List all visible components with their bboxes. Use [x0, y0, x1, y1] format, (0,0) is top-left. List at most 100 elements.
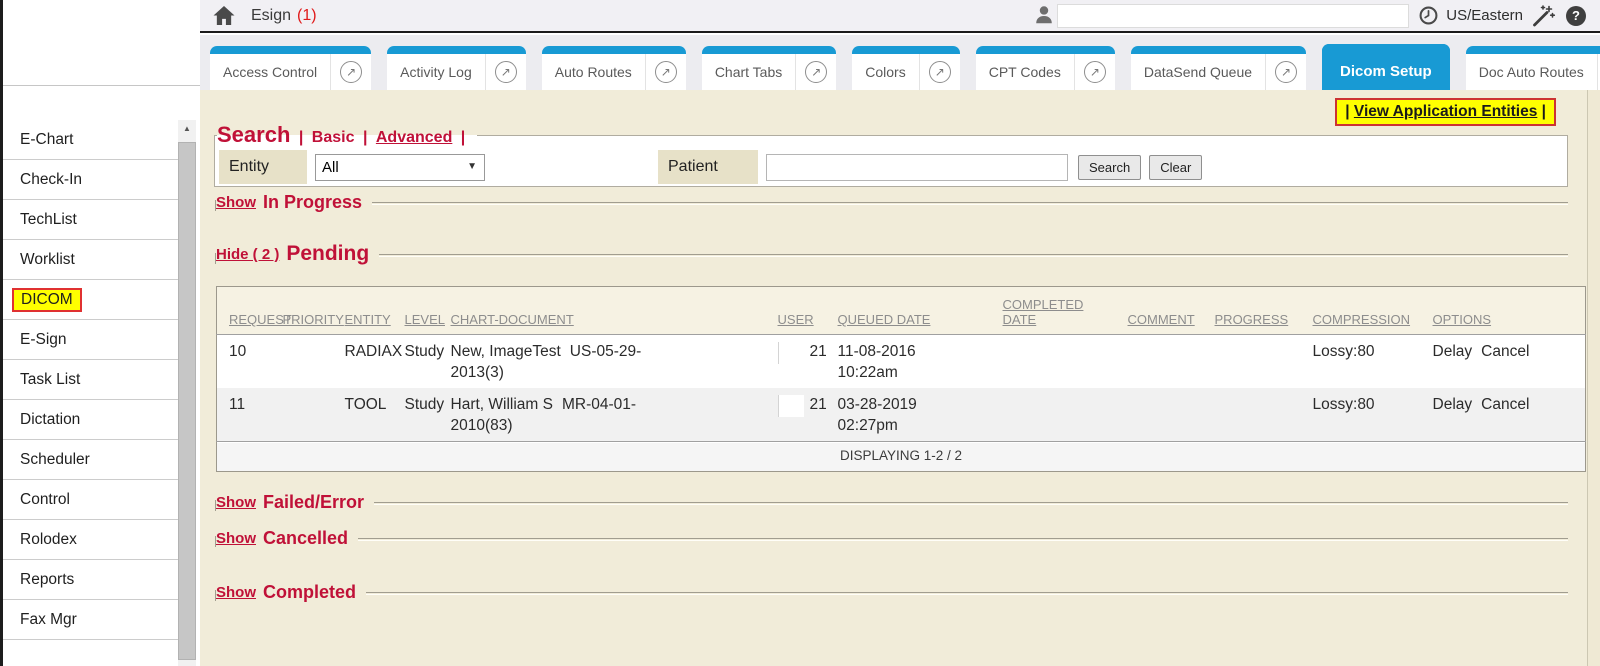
delay-link[interactable]: Delay: [1433, 343, 1473, 360]
scroll-up-icon[interactable]: ▲: [178, 120, 196, 137]
cell-request: 10: [217, 335, 279, 388]
cell-request: 11: [217, 388, 279, 441]
delay-link[interactable]: Delay: [1433, 396, 1473, 413]
tab-datasend-queue[interactable]: DataSend Queue ↗: [1131, 46, 1306, 90]
patient-label: Patient: [658, 150, 758, 184]
tab-access-control[interactable]: Access Control ↗: [210, 46, 371, 90]
col-options: OPTIONS: [1429, 287, 1586, 335]
cell-chart-document: New, ImageTestUS-05-29-2013(3): [447, 335, 677, 388]
cell-completed-date: [999, 335, 1124, 388]
show-failed-link[interactable]: Show: [216, 494, 256, 511]
cell-entity: TOOL: [341, 388, 401, 441]
cancel-link[interactable]: Cancel: [1481, 396, 1529, 413]
cell-comment: [1124, 335, 1211, 388]
section-pending: Hide ( 2 ) Pending: [216, 246, 1568, 264]
cell-options: Delay Cancel: [1429, 335, 1586, 388]
search-title: Search: [217, 122, 290, 147]
col-progress: PROGRESS: [1211, 287, 1309, 335]
scrollbar-thumb[interactable]: [178, 142, 196, 660]
completed-heading: Completed: [263, 583, 356, 601]
search-panel: Search | Basic | Advanced | Entity All ▼…: [214, 122, 1568, 187]
pending-header-row: REQUEST PRIORITY ENTITY LEVEL CHART-DOCU…: [217, 287, 1586, 335]
help-icon[interactable]: ?: [1566, 6, 1586, 26]
in-progress-heading: In Progress: [263, 193, 362, 211]
sidebar-item-worklist[interactable]: Worklist: [0, 240, 178, 280]
tab-colors[interactable]: Colors ↗: [852, 46, 959, 90]
sidebar-scrollbar[interactable]: ▲: [178, 120, 196, 666]
tab-auto-routes[interactable]: Auto Routes ↗: [542, 46, 686, 90]
cancel-link[interactable]: Cancel: [1481, 343, 1529, 360]
col-entity: ENTITY: [341, 287, 401, 335]
esign-count-badge: (1): [297, 7, 317, 25]
cell-entity: RADIAX: [341, 335, 401, 388]
user-box: [778, 395, 804, 417]
col-chart-document: CHART-DOCUMENT: [447, 287, 774, 335]
sidebar-item-reports[interactable]: Reports: [0, 560, 178, 600]
home-icon[interactable]: [212, 5, 236, 26]
cell-completed-date: [999, 388, 1124, 441]
sidebar-item-dictation[interactable]: Dictation: [0, 400, 178, 440]
section-in-progress: Show In Progress: [216, 194, 1568, 211]
magic-wand-icon[interactable]: [1531, 4, 1556, 28]
main-scrollbar-track[interactable]: [1587, 90, 1600, 666]
sidebar-item-e-sign[interactable]: E-Sign: [0, 320, 178, 360]
clear-button[interactable]: Clear: [1149, 155, 1202, 180]
cell-level: Study: [401, 335, 447, 388]
cell-compression: Lossy:80: [1309, 388, 1429, 441]
section-completed: Show Completed: [216, 584, 1568, 601]
sidebar-item-fax-mgr[interactable]: Fax Mgr: [0, 600, 178, 640]
pending-heading: Pending: [286, 243, 369, 264]
timezone-label: US/Eastern: [1446, 7, 1523, 24]
sidebar-item-task-list[interactable]: Task List: [0, 360, 178, 400]
show-in-progress-link[interactable]: Show: [216, 194, 256, 211]
entity-select[interactable]: All: [315, 154, 485, 181]
sidebar-item-check-in[interactable]: Check-In: [0, 160, 178, 200]
user-icon: [1033, 4, 1055, 27]
tab-activity-log[interactable]: Activity Log ↗: [387, 46, 526, 90]
patient-input[interactable]: [766, 154, 1068, 181]
open-in-new-icon: ↗: [929, 61, 951, 83]
show-completed-link[interactable]: Show: [216, 584, 256, 601]
cell-user: 21: [774, 388, 834, 441]
sidebar-item-control[interactable]: Control: [0, 480, 178, 520]
user-box: [778, 342, 804, 364]
cancelled-heading: Cancelled: [263, 529, 348, 547]
tab-doc-auto-routes[interactable]: Doc Auto Routes ↗: [1466, 46, 1600, 90]
open-in-new-icon: ↗: [805, 61, 827, 83]
cell-priority: [279, 335, 341, 388]
topbar-search-input[interactable]: [1057, 4, 1409, 28]
sidebar-item-techlist[interactable]: TechList: [0, 200, 178, 240]
search-row: Entity All ▼ Patient Search Clear: [215, 148, 1567, 186]
hide-pending-link[interactable]: Hide ( 2 ): [216, 246, 279, 263]
pending-table: REQUEST PRIORITY ENTITY LEVEL CHART-DOCU…: [216, 286, 1586, 472]
table-row: 11 TOOL Study Hart, William SMR-04-01-20…: [217, 388, 1586, 441]
cell-priority: [279, 388, 341, 441]
col-user: USER: [774, 287, 834, 335]
col-queued-date: QUEUED DATE: [834, 287, 999, 335]
cell-queued-date: 03-28-2019 02:27pm: [834, 388, 944, 441]
col-completed-date: COMPLETED DATE: [999, 287, 1124, 335]
show-cancelled-link[interactable]: Show: [216, 530, 256, 547]
sidebar-item-rolodex[interactable]: Rolodex: [0, 520, 178, 560]
cell-compression: Lossy:80: [1309, 335, 1429, 388]
search-advanced-link[interactable]: Advanced: [376, 129, 452, 146]
cell-options: Delay Cancel: [1429, 388, 1586, 441]
cell-progress: [1211, 388, 1309, 441]
tab-dicom-setup[interactable]: Dicom Setup: [1322, 44, 1450, 90]
sidebar: E-Chart Check-In TechList Worklist DICOM…: [0, 0, 200, 666]
open-in-new-icon: ↗: [1084, 61, 1106, 83]
search-basic-link[interactable]: Basic: [312, 129, 355, 146]
col-level: LEVEL: [401, 287, 447, 335]
topbar: Esign (1) US/Eastern ?: [200, 0, 1600, 33]
cell-user: 21: [774, 335, 834, 388]
cell-progress: [1211, 335, 1309, 388]
search-button[interactable]: Search: [1078, 155, 1141, 180]
window-edge: [0, 0, 3, 666]
sidebar-item-dicom[interactable]: DICOM: [0, 280, 178, 320]
sidebar-item-e-chart[interactable]: E-Chart: [0, 120, 178, 160]
tab-cpt-codes[interactable]: CPT Codes ↗: [976, 46, 1115, 90]
sidebar-item-scheduler[interactable]: Scheduler: [0, 440, 178, 480]
tab-chart-tabs[interactable]: Chart Tabs ↗: [702, 46, 836, 90]
entity-select-wrap: All ▼: [315, 154, 485, 181]
section-cancelled: Show Cancelled: [216, 530, 1568, 547]
